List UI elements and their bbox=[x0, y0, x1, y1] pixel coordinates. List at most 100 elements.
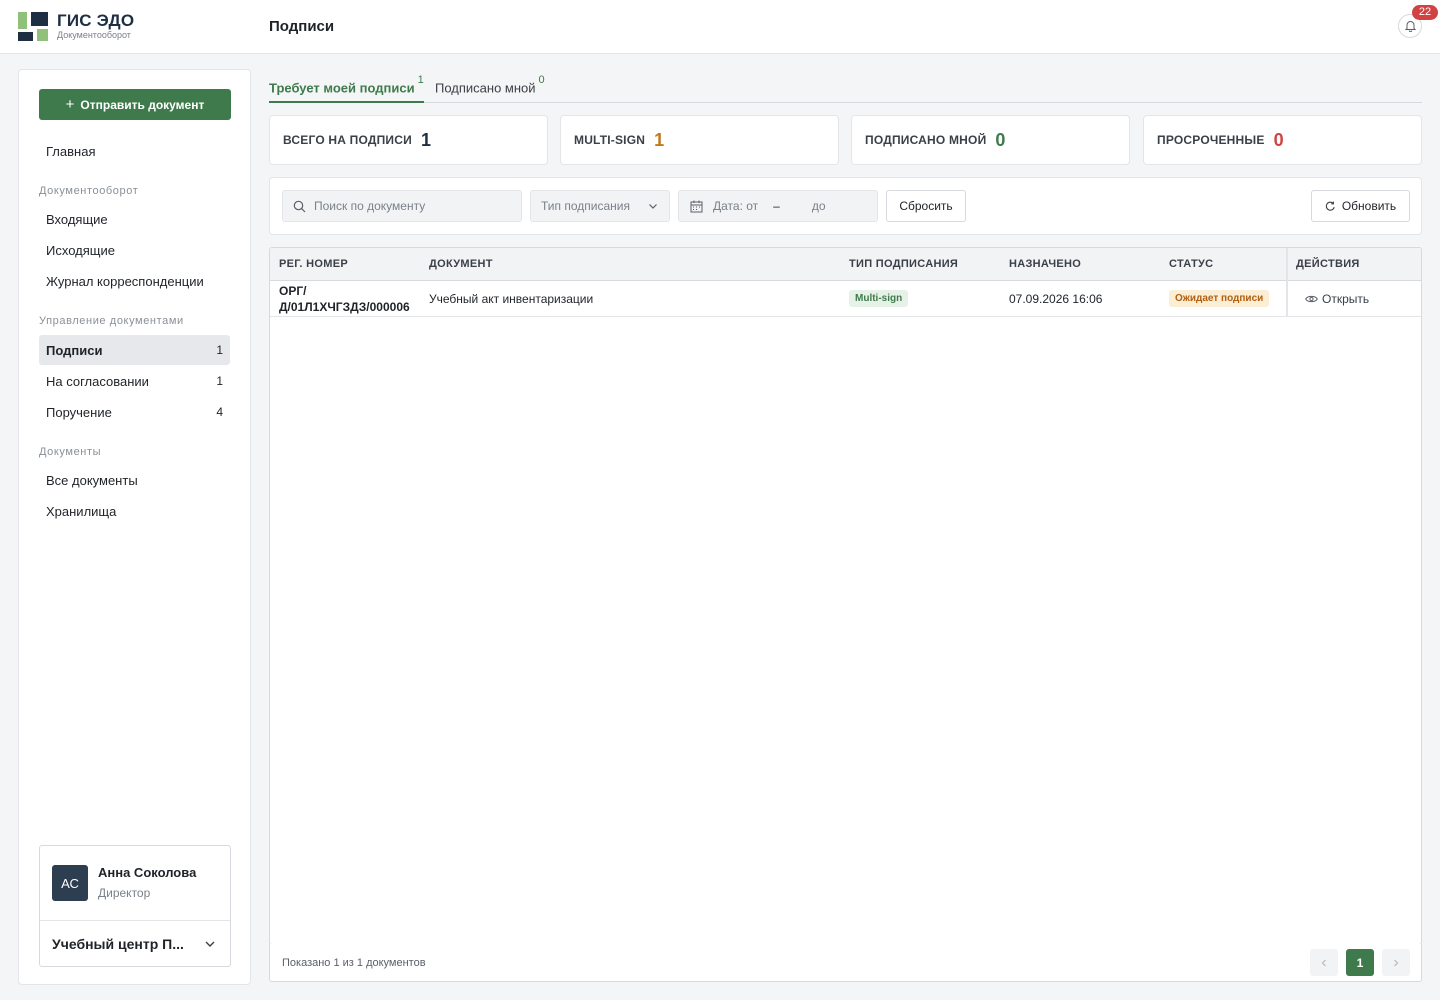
sidebar-item-label: Поручение bbox=[46, 404, 112, 420]
column-header[interactable]: СТАТУС bbox=[1169, 258, 1213, 270]
documents-table: РЕГ. НОМЕР ДОКУМЕНТ ТИП ПОДПИСАНИЯ НАЗНА… bbox=[269, 247, 1422, 945]
sidebar-section-title: Управление документами bbox=[39, 315, 184, 327]
user-name: Анна Соколова bbox=[98, 865, 197, 880]
sidebar-item-count: 4 bbox=[216, 405, 223, 419]
stat-signed-by-me: ПОДПИСАНО МНОЙ 0 bbox=[851, 115, 1130, 165]
plus-icon: + bbox=[65, 96, 75, 113]
notifications-badge: 22 bbox=[1412, 5, 1438, 20]
sidebar-item-label: На согласовании bbox=[46, 373, 149, 389]
sign-type-placeholder: Тип подписания bbox=[541, 199, 630, 213]
column-header[interactable]: РЕГ. НОМЕР bbox=[279, 258, 348, 270]
status-badge: Ожидает подписи bbox=[1169, 290, 1270, 307]
filter-bar: Поиск по документу Тип подписания Дата: … bbox=[269, 177, 1422, 235]
column-header[interactable]: ДОКУМЕНТ bbox=[429, 258, 493, 270]
brand-logo bbox=[18, 12, 50, 42]
eye-icon bbox=[1305, 295, 1318, 303]
sidebar-item-incoming[interactable]: Входящие bbox=[39, 204, 230, 234]
date-from-label: Дата: от bbox=[713, 199, 759, 213]
stat-label: ПОДПИСАНО МНОЙ bbox=[865, 133, 987, 147]
avatar: АС bbox=[52, 865, 88, 901]
tab-signed-by-me[interactable]: Подписано мной0 bbox=[435, 74, 545, 103]
refresh-button[interactable]: Обновить bbox=[1311, 190, 1410, 222]
stat-multi-sign: MULTI-SIGN 1 bbox=[560, 115, 839, 165]
tab-label: Требует моей подписи bbox=[269, 80, 415, 96]
sidebar-item-label: Все документы bbox=[46, 472, 138, 488]
prev-page-button[interactable] bbox=[1310, 949, 1338, 976]
reg-number-cell: ОРГ/ Д/01Л1ХЧГЗДЗ/000006 bbox=[279, 283, 410, 315]
search-placeholder: Поиск по документу bbox=[314, 199, 426, 213]
assigned-cell: 07.09.2026 16:06 bbox=[1009, 292, 1103, 306]
column-header[interactable]: НАЗНАЧЕНО bbox=[1009, 258, 1081, 270]
chevron-down-icon bbox=[649, 204, 657, 209]
stat-overdue: ПРОСРОЧЕННЫЕ 0 bbox=[1143, 115, 1422, 165]
search-input[interactable]: Поиск по документу bbox=[282, 190, 522, 222]
bell-icon bbox=[1404, 21, 1416, 32]
sidebar-item-home[interactable]: Главная bbox=[39, 136, 230, 166]
stat-value: 1 bbox=[654, 129, 665, 150]
send-document-button[interactable]: + Отправить документ bbox=[39, 89, 231, 120]
tab-count: 1 bbox=[417, 74, 424, 86]
chevron-left-icon bbox=[1321, 959, 1326, 966]
user-card: АС Анна Соколова Директор Учебный центр … bbox=[39, 845, 231, 967]
sidebar-item-all-documents[interactable]: Все документы bbox=[39, 465, 230, 495]
date-separator: – bbox=[773, 199, 780, 213]
chevron-down-icon[interactable] bbox=[203, 937, 217, 951]
sidebar-item-count: 1 bbox=[216, 343, 223, 357]
user-role: Директор bbox=[98, 886, 151, 900]
tab-count: 0 bbox=[538, 74, 545, 86]
reg-number-line: Д/01Л1ХЧГЗДЗ/000006 bbox=[279, 300, 410, 314]
tab-label: Подписано мной bbox=[435, 80, 536, 96]
sidebar-item-label: Главная bbox=[46, 143, 96, 159]
refresh-label: Обновить bbox=[1341, 199, 1397, 213]
send-document-label: Отправить документ bbox=[80, 97, 205, 112]
page-button-current[interactable]: 1 bbox=[1346, 949, 1374, 976]
tab-requires-my-signature[interactable]: Требует моей подписи1 bbox=[269, 74, 424, 103]
shown-count: Показано 1 из 1 документов bbox=[282, 957, 426, 969]
reset-button[interactable]: Сбросить bbox=[886, 190, 966, 222]
sidebar-item-label: Входящие bbox=[46, 211, 108, 227]
document-cell[interactable]: Учебный акт инвентаризации bbox=[429, 292, 593, 306]
sidebar-item-label: Подписи bbox=[46, 342, 103, 358]
column-header[interactable]: ТИП ПОДПИСАНИЯ bbox=[849, 258, 958, 270]
next-page-button[interactable] bbox=[1382, 949, 1410, 976]
date-range-input[interactable]: Дата: от – до bbox=[678, 190, 878, 222]
sign-type-badge: Multi-sign bbox=[849, 290, 909, 307]
search-icon bbox=[293, 200, 306, 212]
sign-type-cell: Multi-sign bbox=[849, 290, 909, 307]
sidebar-item-count: 1 bbox=[216, 374, 223, 388]
sidebar-section-title: Документы bbox=[39, 446, 102, 458]
chevron-right-icon bbox=[1394, 959, 1399, 966]
date-to-label: до bbox=[811, 199, 826, 213]
actions-column-divider bbox=[1286, 248, 1288, 317]
sidebar: + Отправить документ Главная Документооб… bbox=[18, 69, 251, 985]
sidebar-item-journal[interactable]: Журнал корреспонденции bbox=[39, 266, 230, 296]
stat-label: ПРОСРОЧЕННЫЕ bbox=[1157, 133, 1265, 147]
reg-number-line: ОРГ/ bbox=[279, 284, 307, 298]
sidebar-item-approval[interactable]: На согласовании 1 bbox=[39, 366, 230, 396]
refresh-icon bbox=[1325, 201, 1335, 211]
table-footer: Показано 1 из 1 документов 1 bbox=[269, 944, 1422, 982]
table-row[interactable]: ОРГ/ Д/01Л1ХЧГЗДЗ/000006 Учебный акт инв… bbox=[270, 281, 1421, 317]
top-bar: ГИС ЭДО Документооборот Подписи 22 bbox=[0, 0, 1440, 54]
calendar-icon bbox=[690, 200, 703, 212]
table-header: РЕГ. НОМЕР ДОКУМЕНТ ТИП ПОДПИСАНИЯ НАЗНА… bbox=[270, 248, 1421, 281]
organization-selector[interactable]: Учебный центр П... bbox=[52, 936, 197, 952]
stat-label: MULTI-SIGN bbox=[574, 133, 646, 147]
stat-value: 1 bbox=[420, 129, 431, 150]
sidebar-item-outgoing[interactable]: Исходящие bbox=[39, 235, 230, 265]
sidebar-section-title: Документооборот bbox=[39, 185, 139, 197]
brand-title: ГИС ЭДО bbox=[57, 11, 135, 30]
brand-subtitle: Документооборот bbox=[57, 30, 131, 40]
divider bbox=[40, 920, 230, 921]
stat-label: ВСЕГО НА ПОДПИСИ bbox=[283, 133, 412, 147]
status-cell: Ожидает подписи bbox=[1169, 290, 1270, 307]
sidebar-item-signatures[interactable]: Подписи 1 bbox=[39, 335, 230, 365]
column-header: ДЕЙСТВИЯ bbox=[1296, 258, 1360, 270]
sidebar-item-storage[interactable]: Хранилища bbox=[39, 496, 230, 526]
stat-value: 0 bbox=[995, 129, 1006, 150]
sign-type-select[interactable]: Тип подписания bbox=[530, 190, 670, 222]
sidebar-item-assignment[interactable]: Поручение 4 bbox=[39, 397, 230, 427]
open-button[interactable]: Открыть bbox=[1305, 292, 1369, 306]
sidebar-item-label: Исходящие bbox=[46, 242, 115, 258]
stat-value: 0 bbox=[1273, 129, 1284, 150]
